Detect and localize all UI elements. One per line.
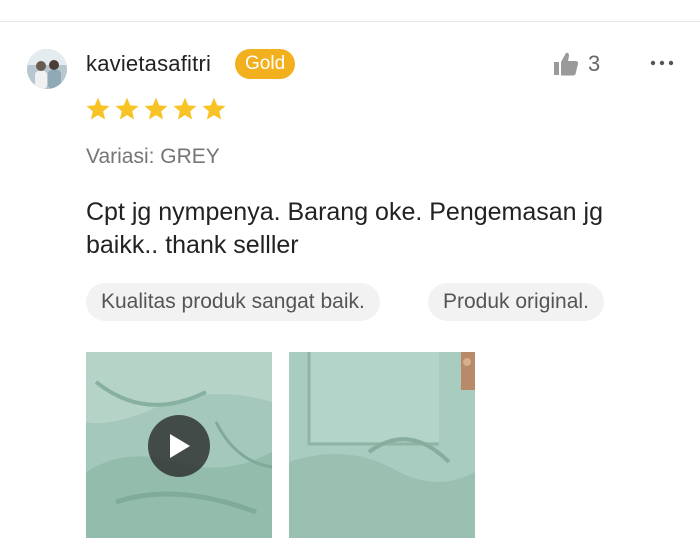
review-image-thumbnail[interactable] — [289, 352, 475, 538]
star-rating — [85, 96, 227, 122]
play-icon — [170, 434, 190, 458]
avatar-photo — [27, 49, 67, 89]
star-icon — [115, 97, 139, 120]
review-tag: Produk original. — [428, 283, 604, 321]
star-icon — [144, 97, 168, 120]
like-button[interactable]: 3 — [552, 49, 600, 79]
member-badge: Gold — [235, 49, 296, 79]
star-icon — [173, 97, 197, 120]
more-options-button[interactable] — [648, 49, 676, 77]
like-count: 3 — [588, 51, 601, 76]
review-tag: Kualitas produk sangat baik. — [86, 283, 380, 321]
thumbs-up-icon — [554, 52, 579, 76]
variant-label: Variasi: GREY — [86, 145, 220, 168]
top-divider — [0, 21, 700, 22]
user-avatar[interactable] — [27, 49, 67, 89]
username[interactable]: kavietasafitri — [86, 51, 211, 77]
review-text: Cpt jg nympenya. Barang oke. Pengemasan … — [86, 198, 603, 259]
play-button[interactable] — [148, 415, 210, 477]
fabric-photo — [289, 352, 475, 538]
star-icon — [202, 97, 226, 120]
more-dots-icon — [650, 60, 674, 66]
star-icon — [86, 97, 110, 120]
review-video-thumbnail[interactable] — [86, 352, 272, 538]
